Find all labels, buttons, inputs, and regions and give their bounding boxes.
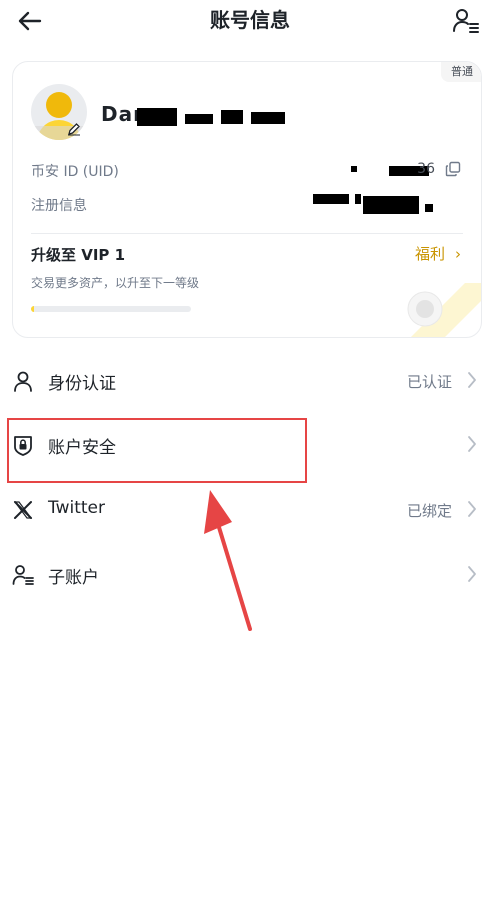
vip-progress-fill bbox=[31, 306, 35, 312]
user-level-badge: 普通 bbox=[441, 62, 481, 82]
vip-decoration-icon bbox=[407, 283, 481, 337]
vip-upgrade-title: 升级至 VIP 1 bbox=[31, 246, 126, 264]
redaction-mask bbox=[351, 166, 357, 172]
register-label: 注册信息 bbox=[31, 198, 87, 214]
pencil-icon[interactable] bbox=[67, 122, 81, 136]
uid-label: 币安 ID (UID) bbox=[31, 164, 119, 180]
chevron-right-icon bbox=[468, 501, 476, 517]
redaction-mask bbox=[313, 194, 349, 204]
redaction-mask bbox=[355, 194, 361, 204]
vip-benefits-label: 福利 bbox=[414, 245, 445, 263]
vip-description: 交易更多资产，以升至下一等级 bbox=[31, 276, 200, 290]
top-bar: 账号信息 bbox=[0, 0, 500, 44]
redaction-mask bbox=[251, 112, 285, 124]
redaction-mask bbox=[363, 196, 419, 214]
redaction-mask bbox=[221, 110, 243, 124]
profile-card: 普通 Dar 币安 ID (UID) 36 注册信息 升级至 VIP 1 福利 ›… bbox=[12, 61, 482, 338]
x-logo-icon bbox=[13, 501, 33, 519]
bound-status: 已绑定 bbox=[406, 502, 452, 520]
menu-item-label: 身份认证 bbox=[48, 374, 116, 394]
redaction-mask bbox=[137, 108, 177, 126]
chevron-right-icon bbox=[468, 566, 476, 582]
uid-value: 36 bbox=[417, 161, 435, 177]
annotation-arrow-icon bbox=[204, 490, 252, 631]
menu-item-identity-verification[interactable]: 身份认证 已认证 bbox=[0, 352, 500, 412]
chevron-right-icon: › bbox=[455, 245, 461, 263]
user-icon bbox=[14, 371, 32, 392]
verified-status: 已认证 bbox=[406, 373, 452, 391]
redaction-mask bbox=[185, 114, 213, 124]
chevron-right-icon bbox=[468, 436, 476, 452]
chevron-right-icon bbox=[468, 372, 476, 388]
menu-item-label: 子账户 bbox=[48, 568, 99, 588]
redaction-mask bbox=[425, 204, 433, 212]
sub-account-icon[interactable] bbox=[452, 7, 480, 35]
page-title: 账号信息 bbox=[210, 8, 290, 32]
copy-icon[interactable] bbox=[445, 161, 461, 177]
vip-progress-bar bbox=[31, 306, 191, 312]
sub-account-icon bbox=[12, 565, 34, 585]
vip-benefits-link[interactable]: 福利 › bbox=[415, 243, 461, 264]
divider bbox=[31, 233, 463, 234]
highlight-annotation-box bbox=[7, 418, 307, 483]
menu-item-label: Twitter bbox=[48, 498, 105, 518]
